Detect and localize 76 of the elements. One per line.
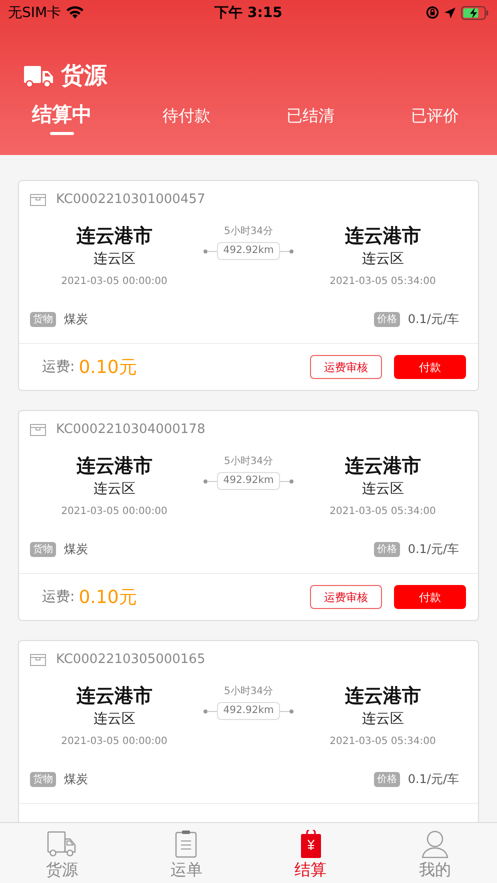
date-time: 2021-03-05 00:00:00 xyxy=(61,275,168,289)
connector-line xyxy=(280,248,294,254)
district-name: 连云区 xyxy=(362,480,404,499)
connector-line xyxy=(280,478,294,484)
tab[interactable]: 已结清 xyxy=(248,101,373,137)
location-arrow-icon xyxy=(444,6,456,18)
district-name: 连云区 xyxy=(93,250,136,269)
date-time: 2021-03-05 00:00:00 xyxy=(61,735,168,749)
order-number: KC0002210304000178 xyxy=(56,422,206,437)
cargo-name: 煤炭 xyxy=(64,540,88,558)
date-time: 2021-03-05 05:34:00 xyxy=(330,275,436,289)
tab-bar-item[interactable]: 货源 xyxy=(46,860,78,880)
order-number: KC0002210301000457 xyxy=(56,192,206,207)
tab[interactable]: 已评价 xyxy=(372,101,497,137)
distance-label: 492.92km xyxy=(217,242,280,260)
date-time: 2021-03-05 05:34:00 xyxy=(330,735,436,749)
date-time: 2021-03-05 00:00:00 xyxy=(61,505,168,519)
tab-bar-item[interactable]: 结算 xyxy=(294,860,327,880)
city-name: 连云港市 xyxy=(76,224,152,249)
battery-charging-icon xyxy=(460,6,489,20)
cargo-name: 煤炭 xyxy=(64,770,88,788)
price-value: 0.1/元/车 xyxy=(408,540,459,558)
price-tag: 价格 xyxy=(374,542,400,556)
connector-line xyxy=(280,708,294,714)
wifi-icon xyxy=(66,6,84,19)
tab-bar-item[interactable]: 运单 xyxy=(170,860,202,880)
duration-label: 5小时34分 xyxy=(224,685,274,699)
order-number: KC0002210305000165 xyxy=(56,652,206,667)
district-name: 连云区 xyxy=(362,710,404,729)
city-name: 连云港市 xyxy=(76,454,152,479)
district-name: 连云区 xyxy=(93,710,136,729)
city-name: 连云港市 xyxy=(344,684,421,709)
fee-label: 运费: xyxy=(42,358,75,376)
carrier-label: 无SIM卡 xyxy=(8,4,62,22)
price-value: 0.1/元/车 xyxy=(408,770,459,788)
rotation-lock-icon xyxy=(426,6,439,19)
city-name: 连云港市 xyxy=(76,684,152,709)
district-name: 连云区 xyxy=(93,480,136,499)
distance-label: 492.92km xyxy=(217,472,280,490)
page-title: 货源 xyxy=(61,62,107,90)
city-name: 连云港市 xyxy=(344,454,421,479)
fee-label: 运费: xyxy=(42,588,75,606)
box-icon xyxy=(30,424,46,436)
box-icon xyxy=(30,194,46,206)
review-button[interactable]: 运费审核 xyxy=(310,355,382,379)
tab[interactable]: 待付款 xyxy=(124,101,248,137)
connector-line xyxy=(203,248,218,254)
box-icon xyxy=(30,654,46,666)
connector-line xyxy=(203,478,218,484)
cargo-name: 煤炭 xyxy=(64,310,88,328)
date-time: 2021-03-05 05:34:00 xyxy=(330,505,436,519)
tab-bar-item[interactable]: 我的 xyxy=(418,860,451,880)
duration-label: 5小时34分 xyxy=(224,455,274,469)
tab[interactable]: 结算中 xyxy=(0,101,124,137)
fee-amount: 0.10元 xyxy=(78,356,137,379)
price-tag: 价格 xyxy=(374,312,400,326)
status-time: 下午 3:15 xyxy=(214,4,282,22)
duration-label: 5小时34分 xyxy=(224,225,274,239)
price-value: 0.1/元/车 xyxy=(408,310,459,328)
shopping-bag-icon xyxy=(300,830,322,858)
truck-icon xyxy=(24,64,54,88)
person-icon xyxy=(420,830,449,858)
review-button[interactable]: 运费审核 xyxy=(310,585,382,609)
truck-icon xyxy=(47,830,78,858)
pay-button[interactable]: 付款 xyxy=(394,355,466,379)
district-name: 连云区 xyxy=(362,250,404,269)
connector-line xyxy=(203,708,218,714)
cargo-tag: 货物 xyxy=(30,772,56,786)
city-name: 连云港市 xyxy=(344,224,421,249)
fee-amount: 0.10元 xyxy=(78,586,137,609)
pay-button[interactable]: 付款 xyxy=(394,585,466,609)
cargo-tag: 货物 xyxy=(30,312,56,326)
distance-label: 492.92km xyxy=(217,702,280,720)
price-tag: 价格 xyxy=(374,772,400,786)
cargo-tag: 货物 xyxy=(30,542,56,556)
clipboard-icon xyxy=(175,830,198,858)
